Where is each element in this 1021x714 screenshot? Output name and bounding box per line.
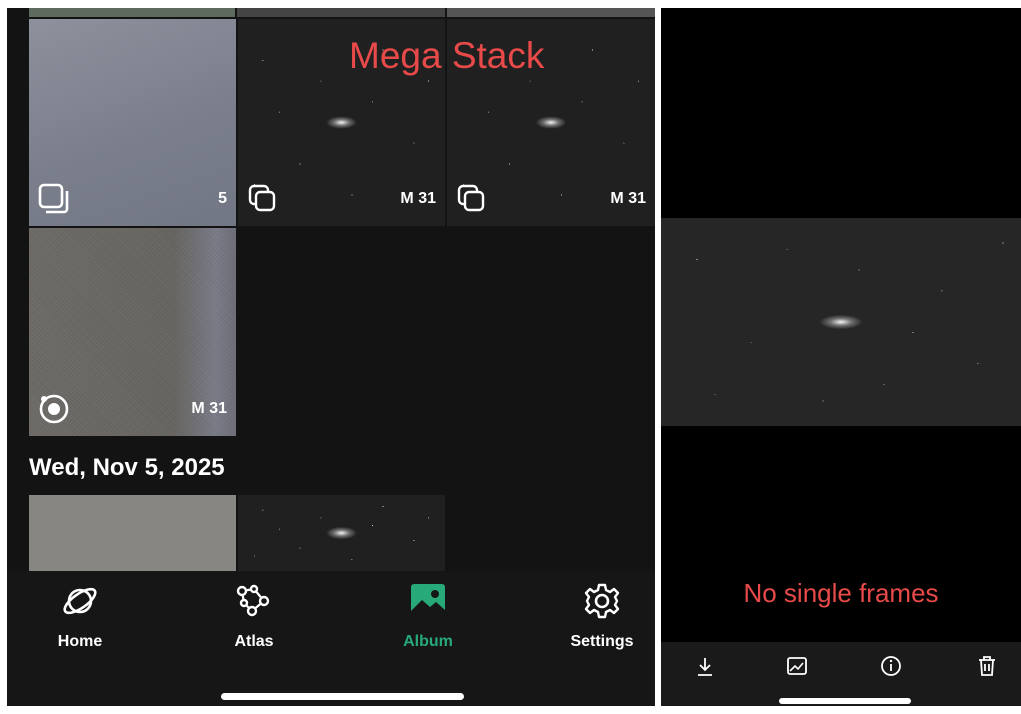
tab-label: Home [57, 633, 103, 650]
photo-thumbnail[interactable]: M 31 [29, 228, 236, 436]
photo-thumbnail[interactable] [29, 495, 236, 571]
home-indicator[interactable] [779, 698, 911, 704]
planet-icon [63, 587, 97, 615]
trash-icon[interactable] [973, 652, 1001, 680]
tab-label: Atlas [234, 633, 274, 650]
no-single-frames-annotation: No single frames [743, 578, 939, 608]
tab-settings[interactable]: Settings [547, 581, 655, 651]
image-icon [411, 584, 445, 618]
tab-label: Album [403, 633, 453, 650]
stack-icon [248, 184, 276, 212]
tab-home[interactable]: Home [25, 581, 135, 651]
viewer-toolbar [661, 642, 1021, 706]
photo-thumbnail[interactable] [238, 495, 445, 571]
info-icon[interactable] [877, 652, 905, 680]
gear-icon [584, 583, 620, 619]
layers-icon [38, 183, 69, 214]
stacked-image[interactable] [661, 218, 1021, 426]
thumbnail-label: M 31 [610, 190, 646, 207]
tab-bar: Home Atlas Album Settings [7, 571, 655, 706]
edit-image-icon[interactable] [783, 652, 811, 680]
partial-thumbnail[interactable] [237, 8, 445, 17]
thumbnail-label: M 31 [191, 400, 227, 417]
album-screen: 5 M 31 M 31 M 31 Mega Stack Wed, Nov 5, … [7, 8, 655, 706]
partial-thumbnail[interactable] [447, 8, 655, 17]
thumbnail-label: M 31 [400, 190, 436, 207]
thumbnail-label: 5 [218, 190, 227, 207]
mega-stack-annotation: Mega Stack [349, 35, 545, 76]
constellation-icon [236, 584, 270, 617]
tab-album[interactable]: Album [373, 581, 483, 651]
partial-thumbnail[interactable] [29, 8, 235, 17]
live-stack-icon [39, 394, 69, 424]
stack-icon [457, 184, 485, 212]
tab-label: Settings [570, 633, 634, 650]
download-icon[interactable] [691, 652, 719, 680]
home-indicator[interactable] [221, 693, 464, 700]
tab-atlas[interactable]: Atlas [199, 581, 309, 651]
date-header: Wed, Nov 5, 2025 [29, 454, 225, 481]
photo-thumbnail[interactable]: 5 [29, 19, 236, 226]
image-viewer-screen: No single frames [661, 8, 1021, 706]
